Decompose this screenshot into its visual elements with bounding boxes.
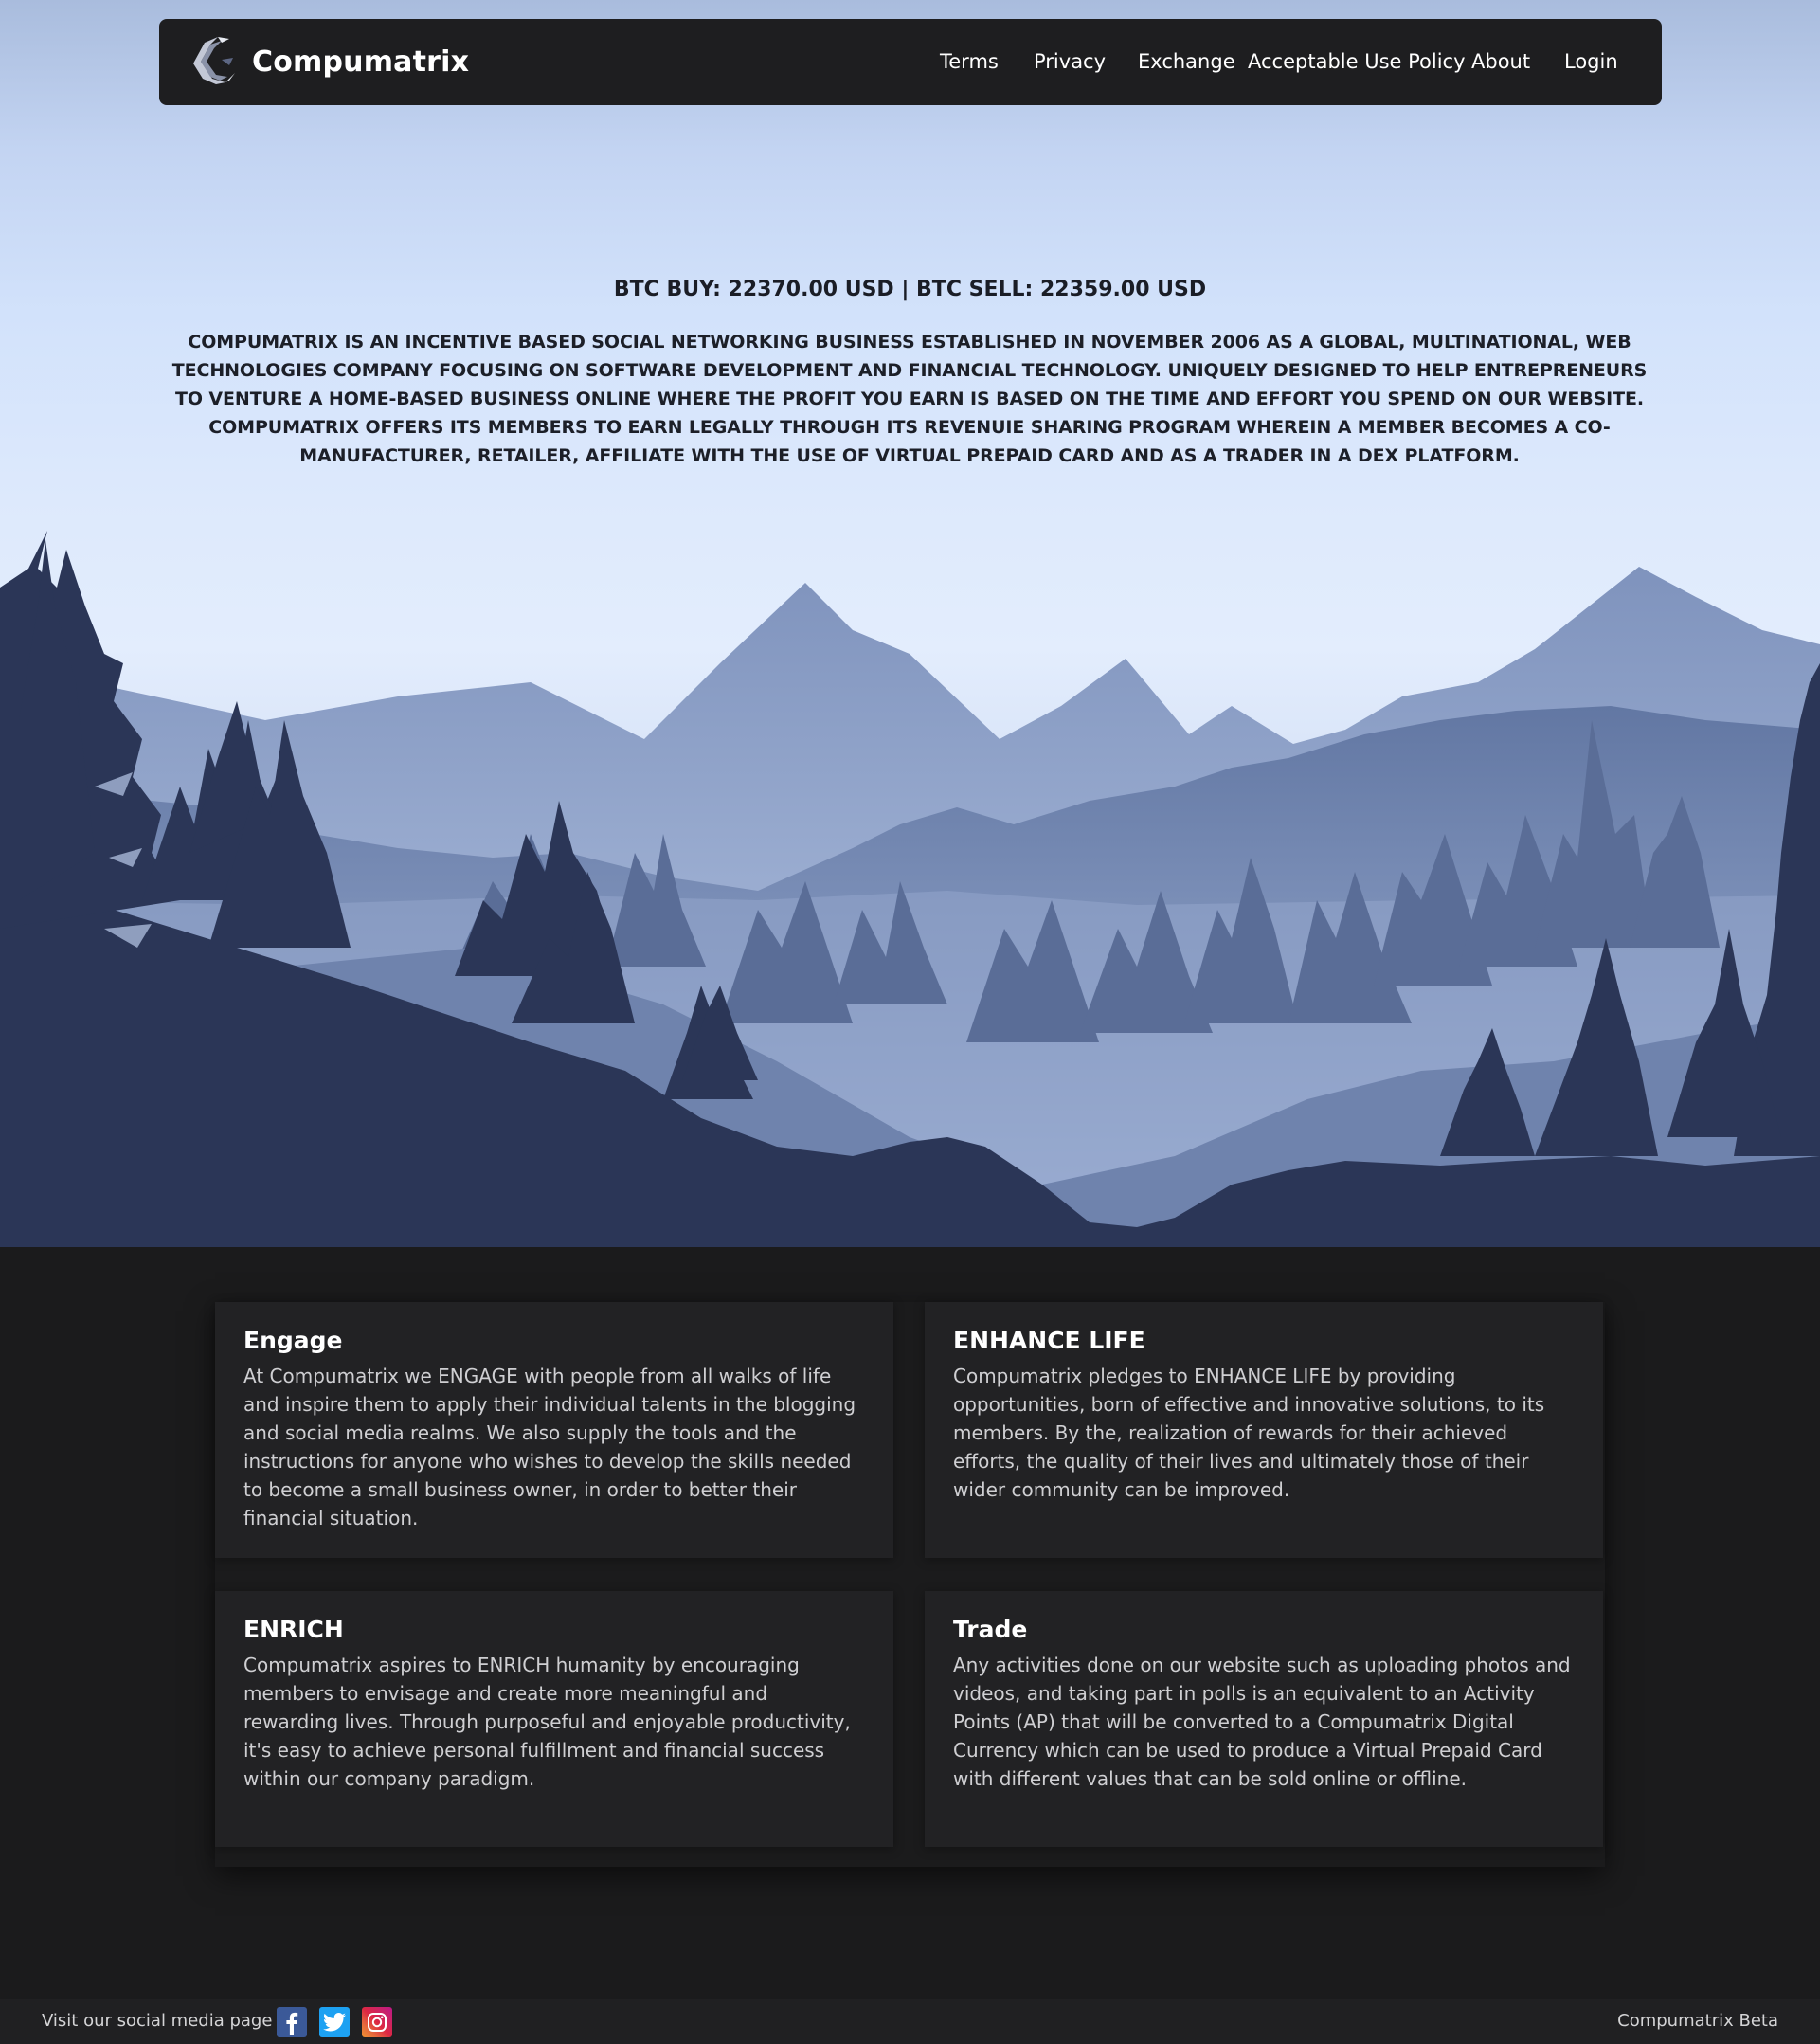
card-body: Any activities done on our website such … (953, 1654, 1571, 1790)
card-engage: Engage At Compumatrix we ENGAGE with peo… (215, 1302, 893, 1558)
top-navbar: Compumatrix Terms Privacy Exchange Accep… (159, 19, 1662, 105)
btc-price-ticker: BTC BUY: 22370.00 USD | BTC SELL: 22359.… (613, 278, 1207, 301)
hero-section (0, 0, 1820, 1247)
card-enrich: ENRICH Compumatrix aspires to ENRICH hum… (215, 1591, 893, 1847)
footer: Visit our social media page Compumatrix … (0, 1999, 1820, 2044)
nav-privacy-link[interactable]: Privacy (1034, 19, 1106, 105)
company-intro: COMPUMATRIX IS AN INCENTIVE BASED SOCIAL… (171, 332, 1648, 466)
nav-links: Terms Privacy Exchange Acceptable Use Po… (159, 19, 1662, 105)
facebook-icon[interactable] (277, 2007, 307, 2037)
nav-acceptable-use-policy-link[interactable]: Acceptable Use Policy (1248, 19, 1466, 105)
card-title: Trade (953, 1616, 1028, 1643)
nav-terms-link[interactable]: Terms (940, 19, 999, 105)
nav-about-link[interactable]: About (1471, 19, 1530, 105)
nav-login-link[interactable]: Login (1564, 19, 1618, 105)
twitter-icon[interactable] (319, 2007, 350, 2037)
card-body: Compumatrix aspires to ENRICH humanity b… (243, 1654, 851, 1790)
card-body: At Compumatrix we ENGAGE with people fro… (243, 1365, 856, 1529)
nav-exchange-link[interactable]: Exchange (1138, 19, 1235, 105)
card-title: Engage (243, 1327, 343, 1354)
mountain-forest-illustration (0, 531, 1820, 1247)
card-title: ENRICH (243, 1616, 344, 1643)
card-title: ENHANCE LIFE (953, 1327, 1145, 1354)
instagram-icon[interactable] (362, 2007, 392, 2037)
card-trade: Trade Any activities done on our website… (925, 1591, 1603, 1847)
card-enhance-life: ENHANCE LIFE Compumatrix pledges to ENHA… (925, 1302, 1603, 1558)
social-label: Visit our social media page (42, 2011, 273, 2031)
footer-version-label: Compumatrix Beta (1617, 2011, 1778, 2031)
card-body: Compumatrix pledges to ENHANCE LIFE by p… (953, 1365, 1545, 1501)
feature-cards: Engage At Compumatrix we ENGAGE with peo… (215, 1302, 1605, 1867)
